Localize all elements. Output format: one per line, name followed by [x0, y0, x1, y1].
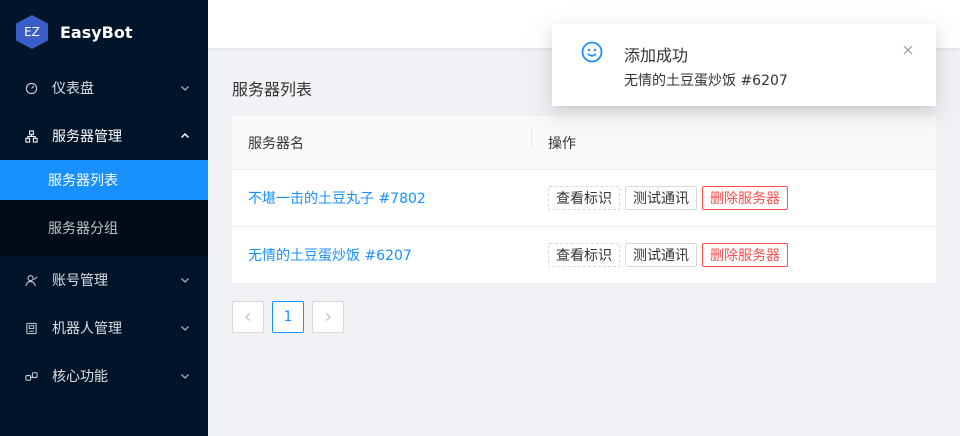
sidebar-item-label: 核心功能	[52, 369, 108, 385]
table-row: 不堪一击的土豆丸子 #7802 查看标识 测试通讯 删除服务器	[232, 170, 936, 227]
sidebar-item-label: 服务器管理	[52, 129, 122, 145]
view-id-button[interactable]: 查看标识	[548, 186, 620, 210]
table-header: 服务器名 操作	[232, 116, 936, 170]
chevron-down-icon	[180, 275, 190, 285]
page-button-current[interactable]: 1	[272, 301, 304, 333]
sidebar-item-server-list[interactable]: 服务器列表	[0, 160, 208, 200]
logo[interactable]: EZ EasyBot	[0, 0, 208, 64]
api-icon	[24, 369, 38, 383]
close-icon[interactable]	[902, 44, 914, 56]
row-actions: 查看标识 测试通讯 删除服务器	[532, 243, 788, 267]
server-submenu: 服务器列表 服务器分组	[0, 160, 208, 256]
column-header-server-name: 服务器名	[232, 126, 532, 153]
prev-page-button[interactable]	[232, 301, 264, 333]
success-notification: 添加成功 无情的土豆蛋炒饭 #6207	[552, 24, 936, 106]
sidebar: EZ EasyBot 仪表盘 服务器管理 服务器列表 服务器分组 账号管理 机器…	[0, 0, 208, 436]
sidebar-item-account-management[interactable]: 账号管理	[0, 256, 208, 304]
pagination: 1	[232, 301, 344, 333]
chevron-right-icon	[326, 313, 331, 321]
app-name: EasyBot	[60, 22, 133, 42]
notification-description: 无情的土豆蛋炒饭 #6207	[624, 73, 788, 89]
view-id-button[interactable]: 查看标识	[548, 243, 620, 267]
smile-icon	[581, 41, 603, 63]
notification-title: 添加成功	[624, 46, 689, 65]
next-page-button[interactable]	[312, 301, 344, 333]
chevron-down-icon	[180, 371, 190, 381]
sidebar-item-label: 机器人管理	[52, 321, 122, 337]
sidebar-item-robot-management[interactable]: 机器人管理	[0, 304, 208, 352]
sidebar-item-label: 账号管理	[52, 273, 108, 289]
sidebar-item-server-management[interactable]: 服务器管理	[0, 112, 208, 160]
user-icon	[24, 273, 38, 287]
server-name-link[interactable]: 不堪一击的土豆丸子 #7802	[232, 188, 532, 208]
chevron-down-icon	[180, 83, 190, 93]
test-connection-button[interactable]: 测试通讯	[625, 243, 697, 267]
dashboard-icon	[24, 81, 38, 95]
column-header-actions: 操作	[548, 135, 576, 152]
chevron-left-icon	[245, 313, 250, 321]
server-table: 服务器名 操作 不堪一击的土豆丸子 #7802 查看标识 测试通讯 删除服务器 …	[232, 116, 936, 284]
sidebar-item-dashboard[interactable]: 仪表盘	[0, 64, 208, 112]
chevron-up-icon	[180, 131, 190, 141]
sidebar-item-label: 仪表盘	[52, 81, 94, 97]
page-title: 服务器列表	[232, 80, 313, 99]
server-name-link[interactable]: 无情的土豆蛋炒饭 #6207	[232, 245, 532, 265]
robot-icon	[24, 321, 38, 335]
table-row: 无情的土豆蛋炒饭 #6207 查看标识 测试通讯 删除服务器	[232, 227, 936, 284]
cluster-icon	[24, 129, 38, 143]
sidebar-item-server-group[interactable]: 服务器分组	[0, 200, 208, 256]
delete-server-button[interactable]: 删除服务器	[702, 243, 788, 267]
sidebar-item-core-features[interactable]: 核心功能	[0, 352, 208, 400]
delete-server-button[interactable]: 删除服务器	[702, 186, 788, 210]
chevron-down-icon	[180, 323, 190, 333]
test-connection-button[interactable]: 测试通讯	[625, 186, 697, 210]
row-actions: 查看标识 测试通讯 删除服务器	[532, 186, 788, 210]
logo-mark: EZ	[16, 15, 48, 49]
